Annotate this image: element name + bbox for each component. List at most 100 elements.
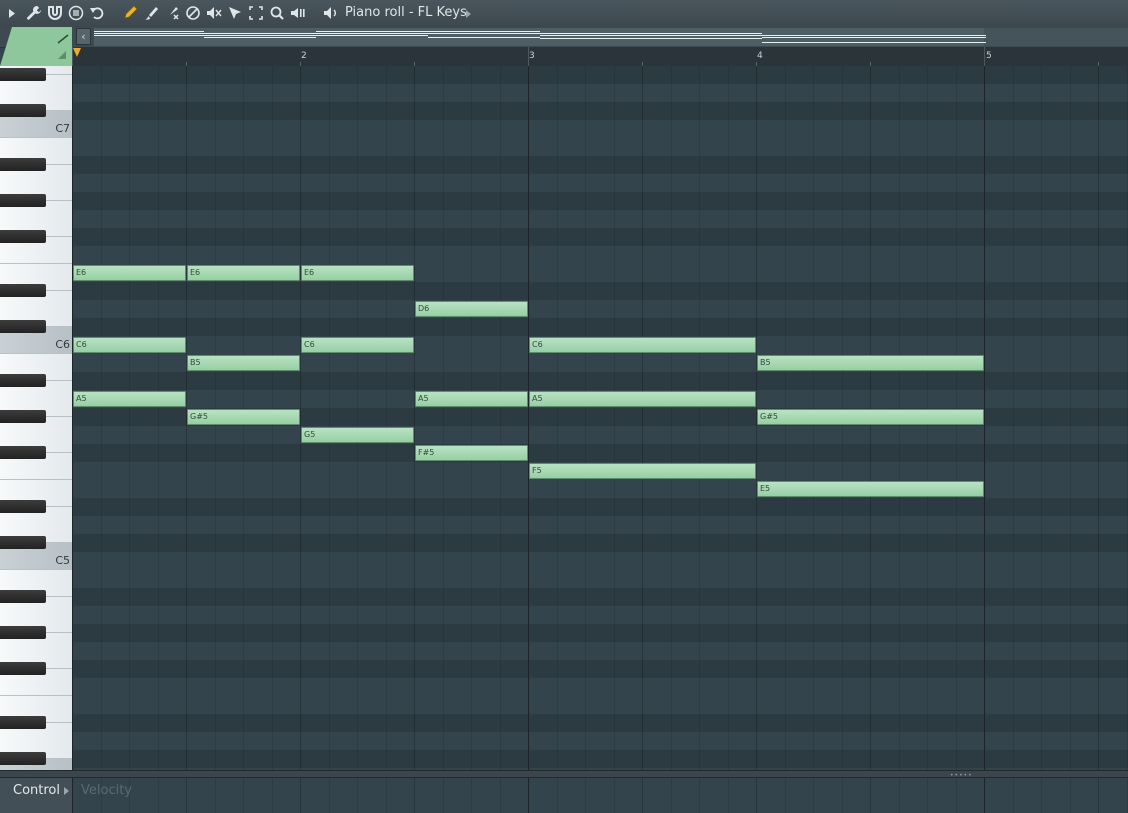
grid-line <box>870 778 871 813</box>
overview-note-line <box>204 37 316 38</box>
grid-row <box>72 678 1128 696</box>
black-key[interactable] <box>0 590 46 603</box>
grid-line <box>671 778 672 813</box>
grid-line <box>785 778 786 813</box>
overview-note-line <box>316 31 428 32</box>
grid-line <box>215 778 216 813</box>
note[interactable]: E6 <box>301 265 414 281</box>
grid-line <box>642 778 643 813</box>
grid-line <box>614 66 615 770</box>
zoom-tool-icon[interactable] <box>247 4 265 22</box>
note[interactable]: B5 <box>187 355 300 371</box>
black-key[interactable] <box>0 500 46 513</box>
target-control-tab[interactable] <box>0 27 72 66</box>
delete-tool-icon[interactable] <box>163 4 181 22</box>
bar-number: 4 <box>757 51 763 61</box>
note[interactable]: E6 <box>73 265 186 281</box>
slice-tool-icon[interactable] <box>205 4 223 22</box>
grid-line <box>500 778 501 813</box>
grid-row <box>72 750 1128 768</box>
note[interactable]: F5 <box>529 463 756 479</box>
grid-line <box>129 66 130 770</box>
note[interactable]: A5 <box>415 391 528 407</box>
grid-line <box>500 66 501 770</box>
overview-note-line <box>762 37 986 38</box>
black-key[interactable] <box>0 230 46 243</box>
note[interactable]: C6 <box>529 337 756 353</box>
brush-icon[interactable] <box>142 4 160 22</box>
black-key[interactable] <box>0 716 46 729</box>
select-tool-icon[interactable] <box>226 4 244 22</box>
note-grid[interactable]: E6 E6 E6 D6 C6 C6 C6 B5 B5 A5 A5 A5 G#5 G#5 G5 F#5 F5 E5 <box>72 66 1128 770</box>
black-key[interactable] <box>0 446 46 459</box>
black-key[interactable] <box>0 68 46 81</box>
black-key[interactable] <box>0 374 46 387</box>
grid-line <box>528 778 529 813</box>
control-menu-arrow-icon[interactable] <box>64 787 69 795</box>
note[interactable]: F#5 <box>415 445 528 461</box>
overview-note-line <box>94 35 204 36</box>
grid-row <box>72 624 1128 642</box>
undo-icon[interactable] <box>88 4 106 22</box>
black-key[interactable] <box>0 194 46 207</box>
grid-row <box>72 498 1128 516</box>
window-title[interactable]: Piano roll - FL Keys <box>345 5 467 21</box>
note[interactable]: G#5 <box>187 409 300 425</box>
grid-line <box>585 778 586 813</box>
note[interactable]: D6 <box>415 301 528 317</box>
note[interactable]: A5 <box>73 391 186 407</box>
octave-label: C6 <box>55 338 70 351</box>
record-options-icon[interactable] <box>67 4 85 22</box>
black-key[interactable] <box>0 158 46 171</box>
note[interactable]: G5 <box>301 427 414 443</box>
grid-line <box>728 778 729 813</box>
magnet-icon[interactable] <box>46 4 64 22</box>
time-ruler[interactable]: 2 3 4 5 <box>72 47 1128 67</box>
grid-row <box>72 588 1128 606</box>
speaker-icon[interactable] <box>322 4 340 22</box>
grid-row <box>72 714 1128 732</box>
piano-keyboard[interactable]: C7 C6 C5 <box>0 66 72 770</box>
grid-row <box>72 300 1128 318</box>
zoom-glass-icon[interactable] <box>268 4 286 22</box>
black-key[interactable] <box>0 104 46 117</box>
overview-note-line <box>540 33 762 34</box>
octave-label: C7 <box>55 122 70 135</box>
playhead-marker[interactable] <box>73 48 81 57</box>
wrench-icon[interactable] <box>25 4 43 22</box>
overview-note-line <box>428 37 540 38</box>
pencil-icon[interactable] <box>121 4 139 22</box>
scroll-left-button[interactable]: ‹ <box>76 28 91 45</box>
overview-note-line <box>540 35 762 36</box>
black-key[interactable] <box>0 536 46 549</box>
note[interactable]: E5 <box>757 481 984 497</box>
black-key[interactable] <box>0 626 46 639</box>
black-key[interactable] <box>0 410 46 423</box>
note[interactable]: G#5 <box>757 409 984 425</box>
playback-tool-icon[interactable] <box>289 4 307 22</box>
grid-row <box>72 372 1128 390</box>
overview-note-line <box>428 31 540 32</box>
note[interactable]: E6 <box>187 265 300 281</box>
note[interactable]: B5 <box>757 355 984 371</box>
grid-line <box>300 778 301 813</box>
bar-number: 2 <box>301 51 307 61</box>
note[interactable]: C6 <box>73 337 186 353</box>
black-key[interactable] <box>0 662 46 675</box>
black-key[interactable] <box>0 284 46 297</box>
grid-row <box>72 660 1128 678</box>
control-selector[interactable]: Control <box>13 783 60 798</box>
title-menu-arrow-icon[interactable] <box>466 10 471 18</box>
event-editor-grid[interactable] <box>72 778 1128 813</box>
grid-line <box>186 778 187 813</box>
grid-row <box>72 426 1128 444</box>
note[interactable]: C6 <box>301 337 414 353</box>
grid-line <box>927 778 928 813</box>
note[interactable]: A5 <box>529 391 756 407</box>
grid-line <box>471 778 472 813</box>
black-key[interactable] <box>0 752 46 765</box>
mute-tool-icon[interactable] <box>184 4 202 22</box>
menu-arrow-icon[interactable] <box>6 4 18 22</box>
black-key[interactable] <box>0 320 46 333</box>
grid-line <box>984 778 985 813</box>
